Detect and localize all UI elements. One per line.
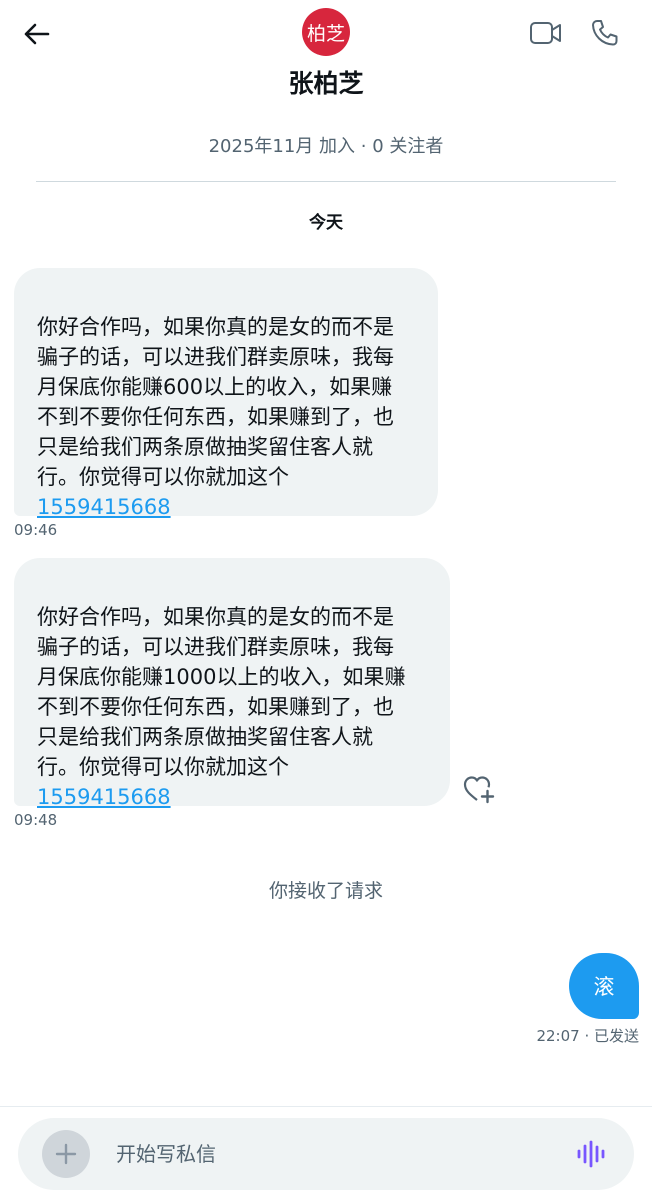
outgoing-message[interactable]: 滚 xyxy=(569,953,639,1019)
message-text: 你好合作吗，如果你真的是女的而不是 骗子的话，可以进我们群卖原味，我每 月保底你… xyxy=(37,605,406,779)
back-button[interactable] xyxy=(18,16,54,52)
voice-waveform-icon xyxy=(577,1140,605,1168)
composer-divider xyxy=(0,1106,652,1107)
incoming-message[interactable]: 你好合作吗，如果你真的是女的而不是 骗子的话，可以进我们群卖原味，我每 月保底你… xyxy=(14,558,450,809)
message-input[interactable] xyxy=(116,1140,556,1168)
add-reaction-button[interactable] xyxy=(461,772,497,806)
day-separator: 今天 xyxy=(309,213,343,233)
heart-plus-icon xyxy=(463,776,495,804)
message-link[interactable]: 1559415668 xyxy=(37,492,418,522)
add-media-button[interactable] xyxy=(42,1130,90,1178)
conversation-header: 柏芝 张柏芝 xyxy=(0,0,652,115)
contact-name[interactable]: 张柏芝 xyxy=(0,64,652,100)
message-link[interactable]: 1559415668 xyxy=(37,782,430,812)
message-sent-status: 22:07 · 已发送 xyxy=(536,1027,639,1045)
message-composer xyxy=(18,1118,634,1190)
request-accepted-notice: 你接收了请求 xyxy=(268,880,383,902)
voice-call-button[interactable] xyxy=(586,14,624,52)
arrow-left-icon xyxy=(24,23,50,45)
message-text: 滚 xyxy=(593,975,615,999)
incoming-message[interactable]: 你好合作吗，如果你真的是女的而不是 骗子的话，可以进我们群卖原味，我每 月保底你… xyxy=(14,268,438,519)
video-call-button[interactable] xyxy=(526,16,566,50)
divider xyxy=(36,181,616,182)
phone-icon xyxy=(592,20,618,46)
message-text: 你好合作吗，如果你真的是女的而不是 骗子的话，可以进我们群卖原味，我每 月保底你… xyxy=(37,315,394,489)
message-timestamp: 09:48 xyxy=(14,811,58,829)
plus-icon xyxy=(55,1143,77,1165)
avatar[interactable]: 柏芝 xyxy=(302,8,350,56)
video-camera-icon xyxy=(530,22,561,44)
profile-join-info: 2025年11月 加入 · 0 关注者 xyxy=(208,136,444,157)
message-timestamp: 09:46 xyxy=(14,521,58,539)
voice-message-button[interactable] xyxy=(574,1138,608,1170)
